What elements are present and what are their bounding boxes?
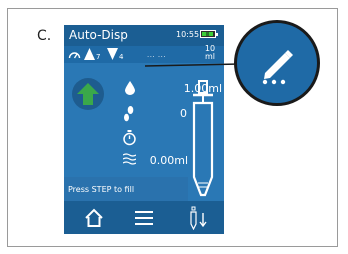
edit-callout (234, 20, 320, 106)
pencil-edit-icon[interactable] (257, 43, 299, 85)
